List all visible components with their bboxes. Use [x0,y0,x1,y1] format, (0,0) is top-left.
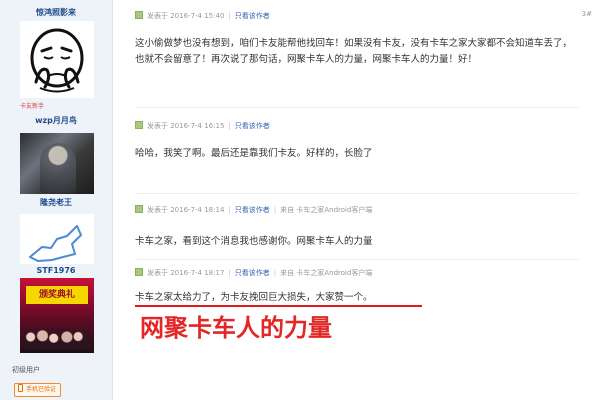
post-meta-1: 发表于 2016-7-4 15:40 | 只看该作者 [135,9,270,23]
author-avatar-1[interactable] [20,21,94,98]
meta-separator: | [273,206,277,214]
author-rank-tag: 卡友新手 [20,103,45,110]
post-date-3: 发表于 2016-7-4 18:14 [147,206,225,214]
author-only-link-1[interactable]: 只看该作者 [235,12,270,20]
floor-number: 3# [581,10,592,18]
author-only-link-4[interactable]: 只看该作者 [235,269,270,277]
emphasis-caption: 网聚卡车人的力量 [140,314,332,342]
event-banner: 颁奖典礼 [26,286,88,304]
author-name-3[interactable]: 隆尧老王 [0,197,112,208]
post-text-2: 哈哈，我笑了啊。最后还是靠我们卡友。好样的，长脸了 [135,148,373,159]
post-text-3: 卡车之家，看到这个消息我也感谢你。网聚卡车人的力量 [135,236,373,247]
map-outline-icon [20,214,94,264]
thread-content: 发表于 2016-7-4 15:40 | 只看该作者 3# 这小偷做梦也没有想到，咱… [113,0,600,400]
post-icon [135,121,143,129]
post-date-4: 发表于 2016-7-4 18:17 [147,269,225,277]
thinking-face-icon [20,21,94,98]
post-divider-2 [135,193,579,194]
post-icon [135,11,143,19]
post-divider-3 [135,259,579,260]
user-level-label: 初级用户 [12,366,40,374]
phone-icon [18,384,23,392]
meta-separator: | [228,206,231,214]
meta-separator: | [228,269,231,277]
red-underline [135,305,422,307]
post-source-4: 来自 卡车之家Android客户端 [280,269,373,277]
phone-verified-label: 手机已验证 [26,386,57,393]
post-date-2: 发表于 2016-7-4 16:15 [147,122,225,130]
post-text-4: 卡车之家太给力了，为卡友挽回巨大损失，大家赞一个。 [135,292,373,303]
meta-separator: | [228,12,231,20]
author-avatar-4[interactable]: 颁奖典礼 [20,278,94,353]
meta-separator: | [228,122,231,130]
author-sidebar: 惊鸿照影来 卡友新手 wzp月月鸟 隆尧老王 STF1976 颁奖典礼 初级用户… [0,0,113,400]
post-icon [135,268,143,276]
phone-verified-badge: 手机已验证 [14,383,62,397]
author-name-4[interactable]: STF1976 [0,266,112,275]
person-photo-icon [40,143,76,193]
author-name-2[interactable]: wzp月月鸟 [0,115,112,126]
meta-separator: | [273,269,277,277]
post-divider-1 [135,107,579,108]
author-only-link-2[interactable]: 只看该作者 [235,122,270,130]
post-date-1: 发表于 2016-7-4 15:40 [147,12,225,20]
post-icon [135,205,143,213]
post-meta-3: 发表于 2016-7-4 18:14 | 只看该作者 | 来自 卡车之家Android客… [135,203,372,217]
post-meta-2: 发表于 2016-7-4 16:15 | 只看该作者 [135,119,270,133]
forum-page: 惊鸿照影来 卡友新手 wzp月月鸟 隆尧老王 STF1976 颁奖典礼 初级用户… [0,0,600,400]
post-text-1: 这小偷做梦也没有想到，咱们卡友能帮他找回车！如果没有卡友，没有卡车之家大家都不会… [135,38,573,65]
author-avatar-3[interactable] [20,214,94,264]
author-avatar-2[interactable] [20,133,94,194]
author-name-1[interactable]: 惊鸿照影来 [0,7,112,18]
post-source-3: 来自 卡车之家Android客户端 [280,206,373,214]
post-meta-4: 发表于 2016-7-4 18:17 | 只看该作者 | 来自 卡车之家Android客… [135,266,372,280]
author-only-link-3[interactable]: 只看该作者 [235,206,270,214]
event-crowd-icon [24,325,90,349]
